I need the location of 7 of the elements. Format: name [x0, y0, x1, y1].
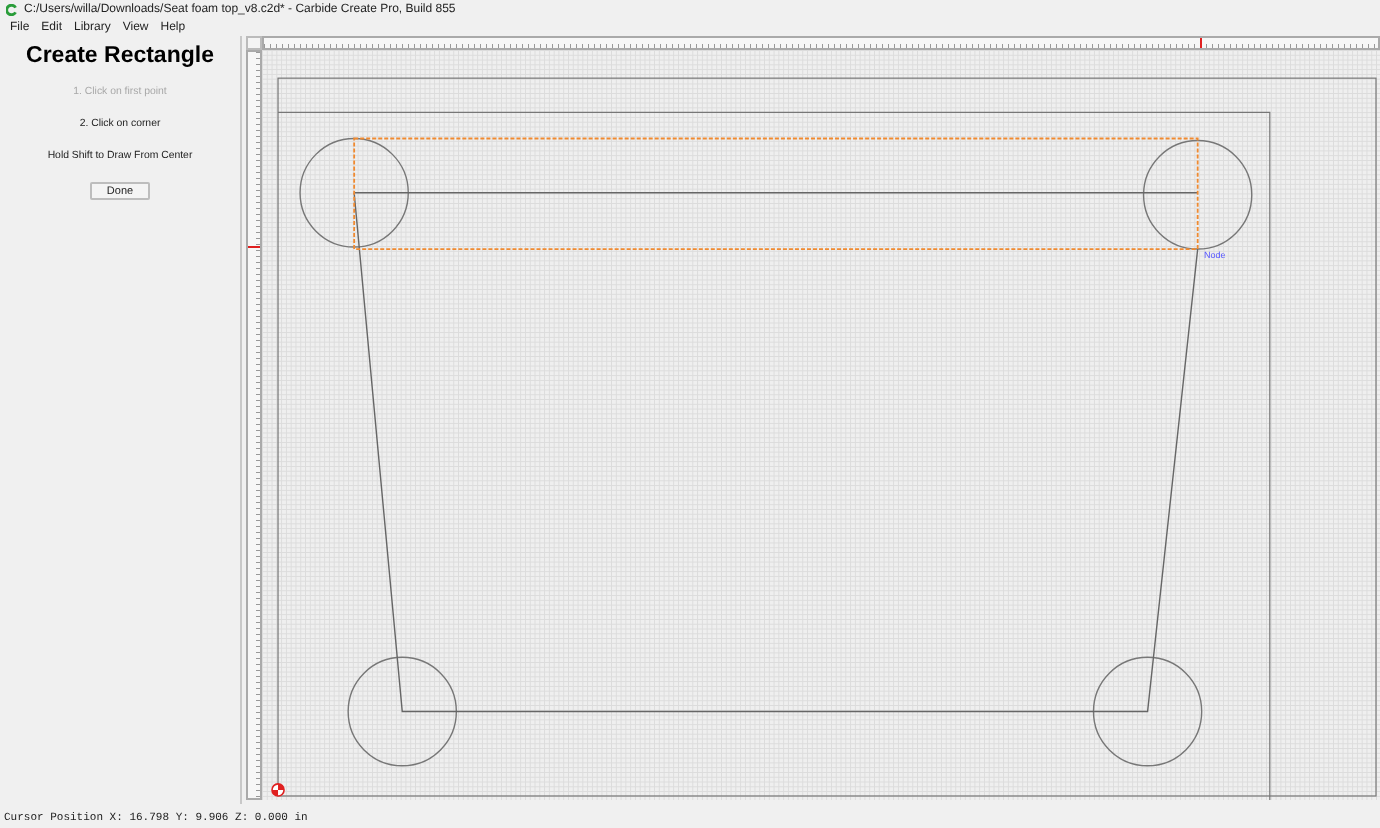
circle-shape[interactable] — [1142, 139, 1253, 250]
panel-title: Create Rectangle — [26, 44, 214, 68]
circle-shape[interactable] — [1092, 656, 1203, 767]
circle-shape[interactable] — [299, 137, 409, 248]
circle-shape[interactable] — [347, 656, 458, 767]
app-icon — [6, 4, 18, 16]
origin-marker — [271, 783, 285, 797]
